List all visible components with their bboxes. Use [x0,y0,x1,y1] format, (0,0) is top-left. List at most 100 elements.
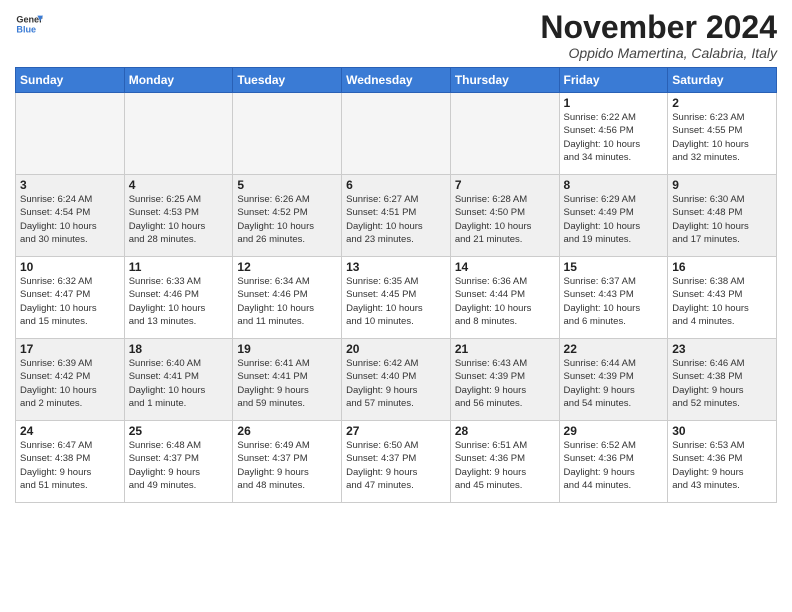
day-number: 8 [564,178,664,192]
calendar-cell-w4-d2: 18Sunrise: 6:40 AMSunset: 4:41 PMDayligh… [124,339,233,421]
day-number: 19 [237,342,337,356]
day-number: 24 [20,424,120,438]
logo-icon: General Blue [15,10,43,38]
calendar-cell-w2-d7: 9Sunrise: 6:30 AMSunset: 4:48 PMDaylight… [668,175,777,257]
calendar-cell-w3-d4: 13Sunrise: 6:35 AMSunset: 4:45 PMDayligh… [342,257,451,339]
header-monday: Monday [124,68,233,93]
day-number: 6 [346,178,446,192]
day-number: 21 [455,342,555,356]
calendar-cell-w1-d5 [450,93,559,175]
day-info: Sunrise: 6:34 AMSunset: 4:46 PMDaylight:… [237,275,337,328]
calendar-cell-w5-d2: 25Sunrise: 6:48 AMSunset: 4:37 PMDayligh… [124,421,233,503]
calendar-cell-w2-d2: 4Sunrise: 6:25 AMSunset: 4:53 PMDaylight… [124,175,233,257]
header-wednesday: Wednesday [342,68,451,93]
day-info: Sunrise: 6:39 AMSunset: 4:42 PMDaylight:… [20,357,120,410]
title-section: November 2024 Oppido Mamertina, Calabria… [540,10,777,61]
day-number: 14 [455,260,555,274]
page-container: General Blue November 2024 Oppido Mamert… [0,0,792,508]
header-thursday: Thursday [450,68,559,93]
day-info: Sunrise: 6:46 AMSunset: 4:38 PMDaylight:… [672,357,772,410]
day-info: Sunrise: 6:37 AMSunset: 4:43 PMDaylight:… [564,275,664,328]
day-info: Sunrise: 6:47 AMSunset: 4:38 PMDaylight:… [20,439,120,492]
calendar-cell-w5-d5: 28Sunrise: 6:51 AMSunset: 4:36 PMDayligh… [450,421,559,503]
day-number: 12 [237,260,337,274]
day-info: Sunrise: 6:40 AMSunset: 4:41 PMDaylight:… [129,357,229,410]
calendar-cell-w1-d4 [342,93,451,175]
calendar-cell-w2-d3: 5Sunrise: 6:26 AMSunset: 4:52 PMDaylight… [233,175,342,257]
day-info: Sunrise: 6:25 AMSunset: 4:53 PMDaylight:… [129,193,229,246]
day-info: Sunrise: 6:30 AMSunset: 4:48 PMDaylight:… [672,193,772,246]
calendar-week-4: 17Sunrise: 6:39 AMSunset: 4:42 PMDayligh… [16,339,777,421]
day-number: 3 [20,178,120,192]
header-saturday: Saturday [668,68,777,93]
day-number: 11 [129,260,229,274]
day-number: 23 [672,342,772,356]
day-info: Sunrise: 6:48 AMSunset: 4:37 PMDaylight:… [129,439,229,492]
day-number: 9 [672,178,772,192]
calendar-cell-w3-d6: 15Sunrise: 6:37 AMSunset: 4:43 PMDayligh… [559,257,668,339]
day-number: 26 [237,424,337,438]
calendar-cell-w2-d1: 3Sunrise: 6:24 AMSunset: 4:54 PMDaylight… [16,175,125,257]
day-number: 15 [564,260,664,274]
day-info: Sunrise: 6:24 AMSunset: 4:54 PMDaylight:… [20,193,120,246]
day-info: Sunrise: 6:29 AMSunset: 4:49 PMDaylight:… [564,193,664,246]
calendar-week-2: 3Sunrise: 6:24 AMSunset: 4:54 PMDaylight… [16,175,777,257]
calendar-cell-w2-d5: 7Sunrise: 6:28 AMSunset: 4:50 PMDaylight… [450,175,559,257]
svg-text:Blue: Blue [16,24,36,34]
day-number: 28 [455,424,555,438]
calendar-cell-w4-d6: 22Sunrise: 6:44 AMSunset: 4:39 PMDayligh… [559,339,668,421]
calendar-cell-w4-d5: 21Sunrise: 6:43 AMSunset: 4:39 PMDayligh… [450,339,559,421]
calendar-cell-w1-d6: 1Sunrise: 6:22 AMSunset: 4:56 PMDaylight… [559,93,668,175]
day-info: Sunrise: 6:36 AMSunset: 4:44 PMDaylight:… [455,275,555,328]
calendar-cell-w5-d3: 26Sunrise: 6:49 AMSunset: 4:37 PMDayligh… [233,421,342,503]
day-info: Sunrise: 6:27 AMSunset: 4:51 PMDaylight:… [346,193,446,246]
day-info: Sunrise: 6:52 AMSunset: 4:36 PMDaylight:… [564,439,664,492]
calendar-cell-w3-d2: 11Sunrise: 6:33 AMSunset: 4:46 PMDayligh… [124,257,233,339]
day-info: Sunrise: 6:23 AMSunset: 4:55 PMDaylight:… [672,111,772,164]
day-info: Sunrise: 6:41 AMSunset: 4:41 PMDaylight:… [237,357,337,410]
day-info: Sunrise: 6:38 AMSunset: 4:43 PMDaylight:… [672,275,772,328]
day-number: 20 [346,342,446,356]
calendar-cell-w1-d1 [16,93,125,175]
day-number: 17 [20,342,120,356]
day-info: Sunrise: 6:32 AMSunset: 4:47 PMDaylight:… [20,275,120,328]
month-title: November 2024 [540,10,777,45]
day-number: 13 [346,260,446,274]
day-info: Sunrise: 6:28 AMSunset: 4:50 PMDaylight:… [455,193,555,246]
header-tuesday: Tuesday [233,68,342,93]
header-sunday: Sunday [16,68,125,93]
day-number: 25 [129,424,229,438]
header: General Blue November 2024 Oppido Mamert… [15,10,777,61]
day-info: Sunrise: 6:35 AMSunset: 4:45 PMDaylight:… [346,275,446,328]
day-info: Sunrise: 6:51 AMSunset: 4:36 PMDaylight:… [455,439,555,492]
day-number: 16 [672,260,772,274]
day-info: Sunrise: 6:26 AMSunset: 4:52 PMDaylight:… [237,193,337,246]
day-info: Sunrise: 6:22 AMSunset: 4:56 PMDaylight:… [564,111,664,164]
calendar-cell-w5-d6: 29Sunrise: 6:52 AMSunset: 4:36 PMDayligh… [559,421,668,503]
calendar-cell-w4-d7: 23Sunrise: 6:46 AMSunset: 4:38 PMDayligh… [668,339,777,421]
header-friday: Friday [559,68,668,93]
day-number: 1 [564,96,664,110]
day-info: Sunrise: 6:43 AMSunset: 4:39 PMDaylight:… [455,357,555,410]
calendar-cell-w4-d4: 20Sunrise: 6:42 AMSunset: 4:40 PMDayligh… [342,339,451,421]
location: Oppido Mamertina, Calabria, Italy [540,45,777,61]
calendar-cell-w3-d3: 12Sunrise: 6:34 AMSunset: 4:46 PMDayligh… [233,257,342,339]
day-info: Sunrise: 6:53 AMSunset: 4:36 PMDaylight:… [672,439,772,492]
day-number: 27 [346,424,446,438]
day-info: Sunrise: 6:44 AMSunset: 4:39 PMDaylight:… [564,357,664,410]
day-number: 4 [129,178,229,192]
calendar-cell-w5-d1: 24Sunrise: 6:47 AMSunset: 4:38 PMDayligh… [16,421,125,503]
calendar-week-5: 24Sunrise: 6:47 AMSunset: 4:38 PMDayligh… [16,421,777,503]
day-info: Sunrise: 6:42 AMSunset: 4:40 PMDaylight:… [346,357,446,410]
day-number: 18 [129,342,229,356]
day-number: 5 [237,178,337,192]
day-number: 7 [455,178,555,192]
calendar-week-1: 1Sunrise: 6:22 AMSunset: 4:56 PMDaylight… [16,93,777,175]
calendar-cell-w1-d7: 2Sunrise: 6:23 AMSunset: 4:55 PMDaylight… [668,93,777,175]
calendar-cell-w1-d2 [124,93,233,175]
calendar-cell-w2-d4: 6Sunrise: 6:27 AMSunset: 4:51 PMDaylight… [342,175,451,257]
calendar-cell-w5-d4: 27Sunrise: 6:50 AMSunset: 4:37 PMDayligh… [342,421,451,503]
day-number: 10 [20,260,120,274]
day-number: 2 [672,96,772,110]
calendar-header-row: Sunday Monday Tuesday Wednesday Thursday… [16,68,777,93]
